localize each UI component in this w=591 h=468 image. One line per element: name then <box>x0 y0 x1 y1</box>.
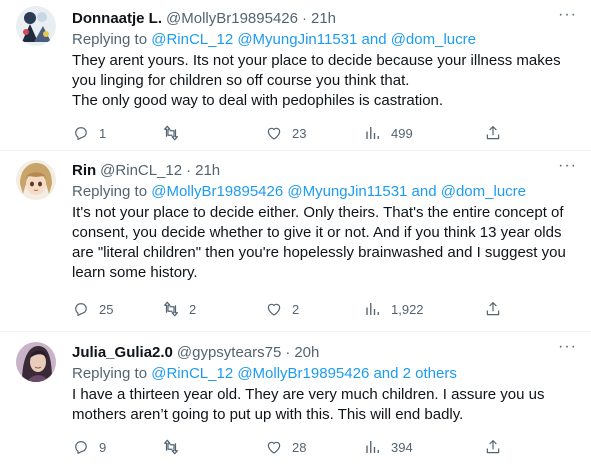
views-count: 1,922 <box>391 301 424 317</box>
like-icon <box>267 441 281 454</box>
more-icon[interactable]: ··· <box>558 339 577 355</box>
display-name[interactable]: Rin <box>72 162 96 179</box>
like-icon <box>267 303 281 316</box>
views-count: 394 <box>391 439 413 455</box>
tweet-text-line: They arent yours. Its not your place to … <box>72 52 561 89</box>
tweet-text: It's not your place to decide either. On… <box>72 203 579 283</box>
replying-to: Replying to @RinCL_12 @MyungJin11531 and… <box>72 31 579 48</box>
replying-to: Replying to @MollyBr19895426 @MyungJin11… <box>72 183 579 200</box>
like-count: 2 <box>292 301 300 317</box>
like-count: 28 <box>292 439 307 455</box>
replying-to-links[interactable]: @RinCL_12 @MollyBr19895426 and 2 others <box>151 365 457 382</box>
tweet[interactable]: Julia_Gulia2.0 @gypsytears75 · 20h ··· R… <box>0 332 591 468</box>
share-button[interactable] <box>484 123 502 143</box>
views-icon <box>366 303 379 315</box>
views-button[interactable]: 394 <box>364 437 413 457</box>
replying-to-label: Replying to <box>72 183 148 200</box>
avatar[interactable] <box>16 6 56 46</box>
retweet-button[interactable] <box>162 437 189 457</box>
views-button[interactable]: 1,922 <box>364 299 424 319</box>
share-button[interactable] <box>484 437 502 457</box>
share-icon <box>486 440 500 454</box>
more-icon[interactable]: ··· <box>558 7 577 23</box>
retweet-icon <box>164 125 178 141</box>
reply-count: 1 <box>99 125 107 141</box>
tweet-text: They arent yours. Its not your place to … <box>72 51 579 111</box>
like-count: 23 <box>292 125 307 141</box>
reply-button[interactable]: 25 <box>72 299 113 319</box>
replying-to: Replying to @RinCL_12 @MollyBr19895426 a… <box>72 365 579 382</box>
replying-to-links[interactable]: @RinCL_12 @MyungJin11531 and @dom_lucre <box>151 31 476 48</box>
retweet-button[interactable]: 2 <box>162 299 196 319</box>
views-icon <box>366 441 379 453</box>
replying-to-links[interactable]: @MollyBr19895426 @MyungJin11531 and @dom… <box>151 183 526 200</box>
timestamp[interactable]: 20h <box>294 344 319 361</box>
retweet-count: 2 <box>189 301 197 317</box>
separator-dot: · <box>186 161 192 179</box>
share-icon <box>486 302 500 316</box>
reply-button[interactable]: 9 <box>72 437 106 457</box>
separator-dot: · <box>301 9 307 27</box>
tweet[interactable]: Rin @RinCL_12 · 21h ··· Replying to @Mol… <box>0 151 591 332</box>
share-button[interactable] <box>484 299 502 319</box>
tweet-text-line: It's not your place to decide either. On… <box>72 204 566 281</box>
tweet[interactable]: Donnaatje L. @MollyBr19895426 · 21h ··· … <box>0 0 591 151</box>
reply-icon <box>75 303 87 316</box>
tweet-text: I have a thirteen year old. They are ver… <box>72 385 579 425</box>
user-handle[interactable]: @gypsytears75 <box>177 344 281 361</box>
views-count: 499 <box>391 125 413 141</box>
like-button[interactable]: 2 <box>265 299 299 319</box>
separator-dot: · <box>285 343 291 361</box>
like-button[interactable]: 28 <box>265 437 306 457</box>
replying-to-label: Replying to <box>72 365 148 382</box>
views-button[interactable]: 499 <box>364 123 413 143</box>
reply-icon <box>75 441 87 454</box>
timestamp[interactable]: 21h <box>311 10 336 27</box>
display-name[interactable]: Donnaatje L. <box>72 10 162 27</box>
more-icon[interactable]: ··· <box>558 158 577 174</box>
retweet-icon <box>164 301 178 317</box>
user-handle[interactable]: @MollyBr19895426 <box>166 10 298 27</box>
like-button[interactable]: 23 <box>265 123 306 143</box>
retweet-icon <box>164 439 178 455</box>
avatar[interactable] <box>16 342 56 382</box>
reply-button[interactable]: 1 <box>72 123 106 143</box>
reply-count: 25 <box>99 301 114 317</box>
share-icon <box>486 126 500 140</box>
retweet-button[interactable] <box>162 123 189 143</box>
views-icon <box>366 127 379 139</box>
tweet-text-line: I have a thirteen year old. They are ver… <box>72 386 545 423</box>
timestamp[interactable]: 21h <box>195 162 220 179</box>
reply-count: 9 <box>99 439 107 455</box>
avatar[interactable] <box>16 160 56 200</box>
user-handle[interactable]: @RinCL_12 <box>100 162 182 179</box>
replying-to-label: Replying to <box>72 31 148 48</box>
tweet-text-line: The only good way to deal with pedophile… <box>72 92 444 109</box>
display-name[interactable]: Julia_Gulia2.0 <box>72 344 173 361</box>
like-icon <box>267 127 281 140</box>
reply-icon <box>75 127 87 140</box>
